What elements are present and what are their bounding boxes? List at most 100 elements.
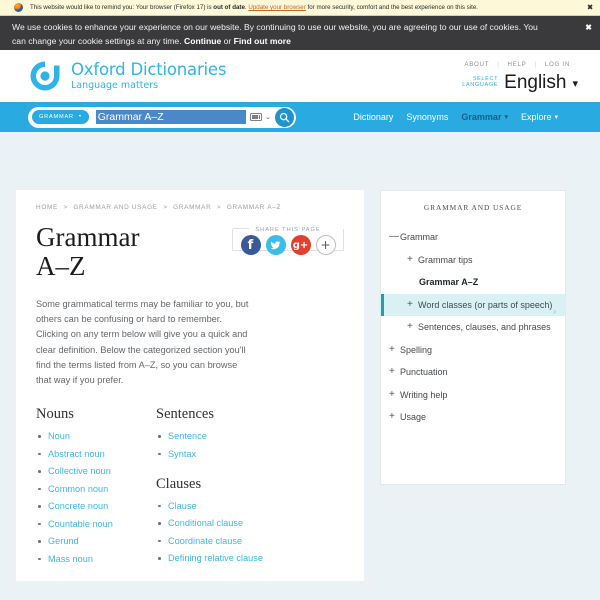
list-item[interactable]: Coordinate clause	[156, 536, 316, 547]
sidebar-title: GRAMMAR AND USAGE	[423, 203, 523, 212]
site-masthead: Oxford Dictionaries Language matters ABO…	[0, 50, 600, 102]
expand-icon: +	[389, 366, 395, 377]
sidebar-item-grammar[interactable]: — Grammar	[381, 226, 565, 249]
cookie-find-out-more-link[interactable]: Find out more	[234, 36, 291, 46]
term-columns: Nouns Noun Abstract noun Collective noun…	[36, 406, 344, 571]
sidebar-item-label: Sentences, clauses, and phrases	[418, 322, 551, 332]
breadcrumb: HOME > GRAMMAR AND USAGE > GRAMMAR > GRA…	[36, 204, 344, 211]
sidebar-navigation: GRAMMAR AND USAGE — Grammar + Grammar ti…	[380, 190, 566, 485]
search-input[interactable]	[95, 110, 247, 124]
sidebar-item-word-classes[interactable]: + Word classes (or parts of speech) ›	[381, 293, 565, 316]
list-item[interactable]: Gerund	[36, 536, 156, 547]
googleplus-share-icon[interactable]: g+	[290, 235, 311, 255]
section-heading-nouns: Nouns	[36, 406, 74, 423]
cookie-continue-link[interactable]: Continue	[184, 36, 221, 46]
term-column-nouns: Nouns Noun Abstract noun Collective noun…	[36, 406, 156, 571]
search-button[interactable]	[275, 107, 294, 127]
chevron-down-icon: ▾	[504, 114, 508, 121]
cookie-notice-line2: can change your cookie settings at any t…	[12, 35, 184, 46]
utility-links: ABOUT | HELP | LOG IN	[456, 61, 578, 68]
sidebar-item-label: Word classes (or parts of speech)	[418, 299, 553, 310]
expand-icon: +	[389, 411, 395, 422]
breadcrumb-item-grammar[interactable]: GRAMMAR	[173, 204, 211, 211]
sidebar-item-usage[interactable]: + Usage	[381, 406, 565, 429]
about-link[interactable]: ABOUT	[456, 61, 497, 68]
list-item[interactable]: Sentence	[156, 431, 316, 442]
term-column-sentences-clauses: Sentences Sentence Syntax Clauses Clause…	[156, 406, 316, 571]
expand-icon: +	[389, 388, 395, 400]
list-item[interactable]: Syntax	[156, 449, 316, 460]
sidebar-item-grammar-tips[interactable]: + Grammar tips	[381, 249, 565, 272]
term-list-sentences: Sentence Syntax	[156, 431, 316, 460]
list-item[interactable]: Mass noun	[36, 554, 156, 565]
sidebar-item-label: Spelling	[400, 344, 433, 355]
list-item[interactable]: Defining relative clause	[156, 553, 316, 564]
list-item[interactable]: Collective noun	[36, 466, 156, 477]
chevron-down-icon[interactable]: ⌄	[265, 113, 271, 121]
close-cookie-banner-button[interactable]: ✖	[585, 24, 592, 32]
nav-item-synonyms[interactable]: Synonyms	[406, 112, 448, 122]
sidebar-item-label: Grammar	[400, 232, 438, 242]
sidebar-item-grammar-a-z[interactable]: Grammar A–Z	[381, 271, 565, 294]
expand-icon: +	[407, 253, 413, 265]
brand-tagline: Language matters	[71, 79, 159, 91]
language-selector[interactable]: SELECT LANGUAGE English ▾	[462, 73, 578, 92]
close-browser-notice-button[interactable]: ✖	[587, 4, 593, 11]
search-scope-selector[interactable]: GRAMMAR •	[31, 109, 90, 125]
expand-icon: +	[407, 298, 413, 310]
breadcrumb-separator: >	[216, 204, 222, 211]
main-content-card: HOME > GRAMMAR AND USAGE > GRAMMAR > GRA…	[16, 190, 364, 582]
breadcrumb-item-grammar-a-z: GRAMMAR A–Z	[226, 204, 282, 211]
nav-item-explore[interactable]: Explore ▾	[521, 112, 558, 122]
sidebar-item-punctuation[interactable]: + Punctuation	[381, 361, 565, 384]
primary-nav-links: Dictionary Synonyms Grammar ▾ Explore ▾	[353, 112, 590, 122]
page-body: HOME > GRAMMAR AND USAGE > GRAMMAR > GRA…	[0, 132, 600, 600]
nav-item-grammar[interactable]: Grammar ▾	[461, 112, 508, 122]
primary-navbar: GRAMMAR • ⌄ Dictionary Synonyms Grammar …	[0, 102, 600, 132]
language-selected-value: English	[504, 71, 567, 93]
section-heading-sentences: Sentences	[156, 406, 214, 423]
keyboard-icon[interactable]	[250, 113, 263, 121]
facebook-share-icon[interactable]: f	[240, 235, 261, 255]
browser-update-notice: This website would like to remind you: Y…	[0, 0, 600, 16]
share-this-page: SHARE THIS PAGE f g+ +	[232, 223, 344, 255]
sidebar-item-label: Grammar tips	[418, 254, 473, 265]
sidebar-item-label: Grammar A–Z	[419, 277, 479, 287]
list-item[interactable]: Noun	[36, 431, 156, 442]
list-item[interactable]: Clause	[156, 501, 316, 512]
sidebar-item-label: Punctuation	[400, 367, 448, 377]
browser-notice-text: This website would like to remind you: Y…	[30, 4, 478, 11]
list-item[interactable]: Common noun	[36, 484, 156, 495]
list-item[interactable]: Conditional clause	[156, 518, 316, 529]
help-link[interactable]: HELP	[500, 61, 535, 68]
list-item[interactable]: Countable noun	[36, 519, 156, 530]
update-browser-link[interactable]: Update your browser	[248, 4, 305, 11]
breadcrumb-separator: >	[163, 204, 168, 211]
sidebar-item-spelling[interactable]: + Spelling	[381, 339, 565, 362]
expand-icon: +	[407, 321, 413, 332]
cookie-consent-banner: We use cookies to enhance your experienc…	[0, 16, 600, 50]
sidebar-item-label: Writing help	[400, 389, 448, 400]
sidebar-item-label: Usage	[400, 412, 427, 422]
chevron-down-icon: ▾	[554, 114, 558, 121]
more-share-options-icon[interactable]: +	[315, 235, 336, 255]
intro-paragraph: Some grammatical terms may be familiar t…	[36, 299, 249, 386]
breadcrumb-item-home[interactable]: HOME	[36, 204, 58, 211]
sidebar-item-writing-help[interactable]: + Writing help	[381, 384, 565, 407]
collapse-icon: —	[389, 231, 399, 242]
log-in-link[interactable]: LOG IN	[537, 61, 578, 68]
term-list-nouns: Noun Abstract noun Collective noun Commo…	[36, 431, 156, 565]
page-title: Grammar A–Z	[36, 222, 140, 281]
list-item[interactable]: Concrete noun	[36, 501, 156, 512]
share-buttons: f g+ +	[232, 235, 344, 255]
section-heading-clauses: Clauses	[156, 475, 202, 492]
twitter-share-icon[interactable]	[265, 235, 286, 255]
nav-item-dictionary[interactable]: Dictionary	[353, 112, 393, 122]
list-item[interactable]: Abstract noun	[36, 449, 156, 460]
firefox-icon	[14, 3, 23, 12]
chevron-down-icon: •	[78, 114, 82, 120]
brand-title: Oxford Dictionaries	[71, 60, 227, 79]
site-logo-link[interactable]: Oxford Dictionaries Language matters	[28, 59, 226, 93]
breadcrumb-item-grammar-and-usage[interactable]: GRAMMAR AND USAGE	[73, 204, 157, 211]
sidebar-item-sentences-clauses-phrases[interactable]: + Sentences, clauses, and phrases	[381, 316, 565, 339]
